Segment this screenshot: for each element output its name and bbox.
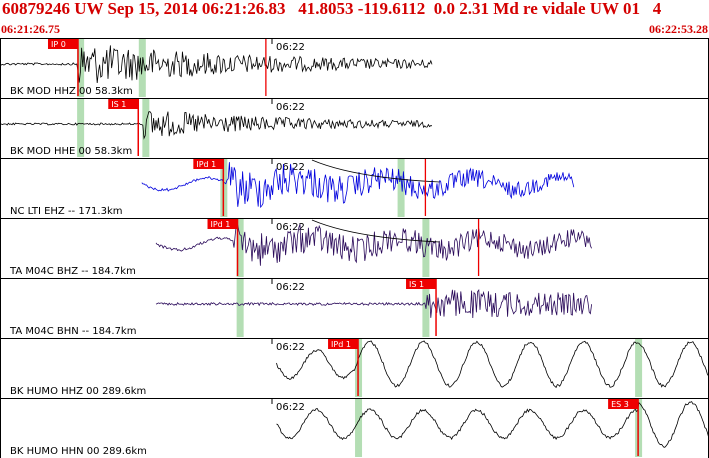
waveform-trace [276, 401, 709, 448]
pick-flag-label: IPd 1 [196, 160, 216, 169]
seismogram-display[interactable]: 06:22 IP 0 BK MOD HHZ 00 58.3km 06:22 IS 1 BK… [0, 0, 709, 458]
station-label: BK MOD HHE 00 58.3km [10, 146, 132, 157]
pick-flag-label: IS 1 [111, 100, 126, 109]
station-label: NC LTI EHZ -- 171.3km [10, 206, 123, 217]
waveform-trace [155, 222, 592, 266]
window-band [635, 339, 643, 397]
pick-flag-label: IS 1 [409, 280, 424, 289]
time-mark-label: 06:22 [276, 342, 305, 353]
pick-flag-label: IP 0 [51, 40, 66, 49]
station-label: BK HUMO HHN 00 289.6km [10, 446, 147, 457]
window-band [236, 279, 244, 337]
time-mark-label: 06:22 [276, 42, 305, 53]
pick-flag-label: IPd 1 [331, 340, 351, 349]
waveform-trace [0, 111, 433, 140]
window-band [355, 399, 363, 457]
pick-flag-label: ES 3 [611, 400, 629, 409]
pick-flag-label: IPd 1 [211, 220, 231, 229]
station-label: BK HUMO HHZ 00 289.6km [10, 386, 146, 397]
travel-time-curve [311, 219, 440, 243]
station-label: TA M04C BHZ -- 184.7km [9, 266, 136, 277]
time-mark-label: 06:22 [276, 282, 305, 293]
station-label: TA M04C BHN -- 184.7km [9, 326, 136, 337]
waveform-trace [0, 45, 433, 84]
station-label: BK MOD HHZ 00 58.3km [10, 86, 133, 97]
waveform-trace [155, 289, 592, 319]
time-mark-label: 06:22 [276, 102, 305, 113]
time-mark-label: 06:22 [276, 402, 305, 413]
window-band [397, 159, 405, 217]
